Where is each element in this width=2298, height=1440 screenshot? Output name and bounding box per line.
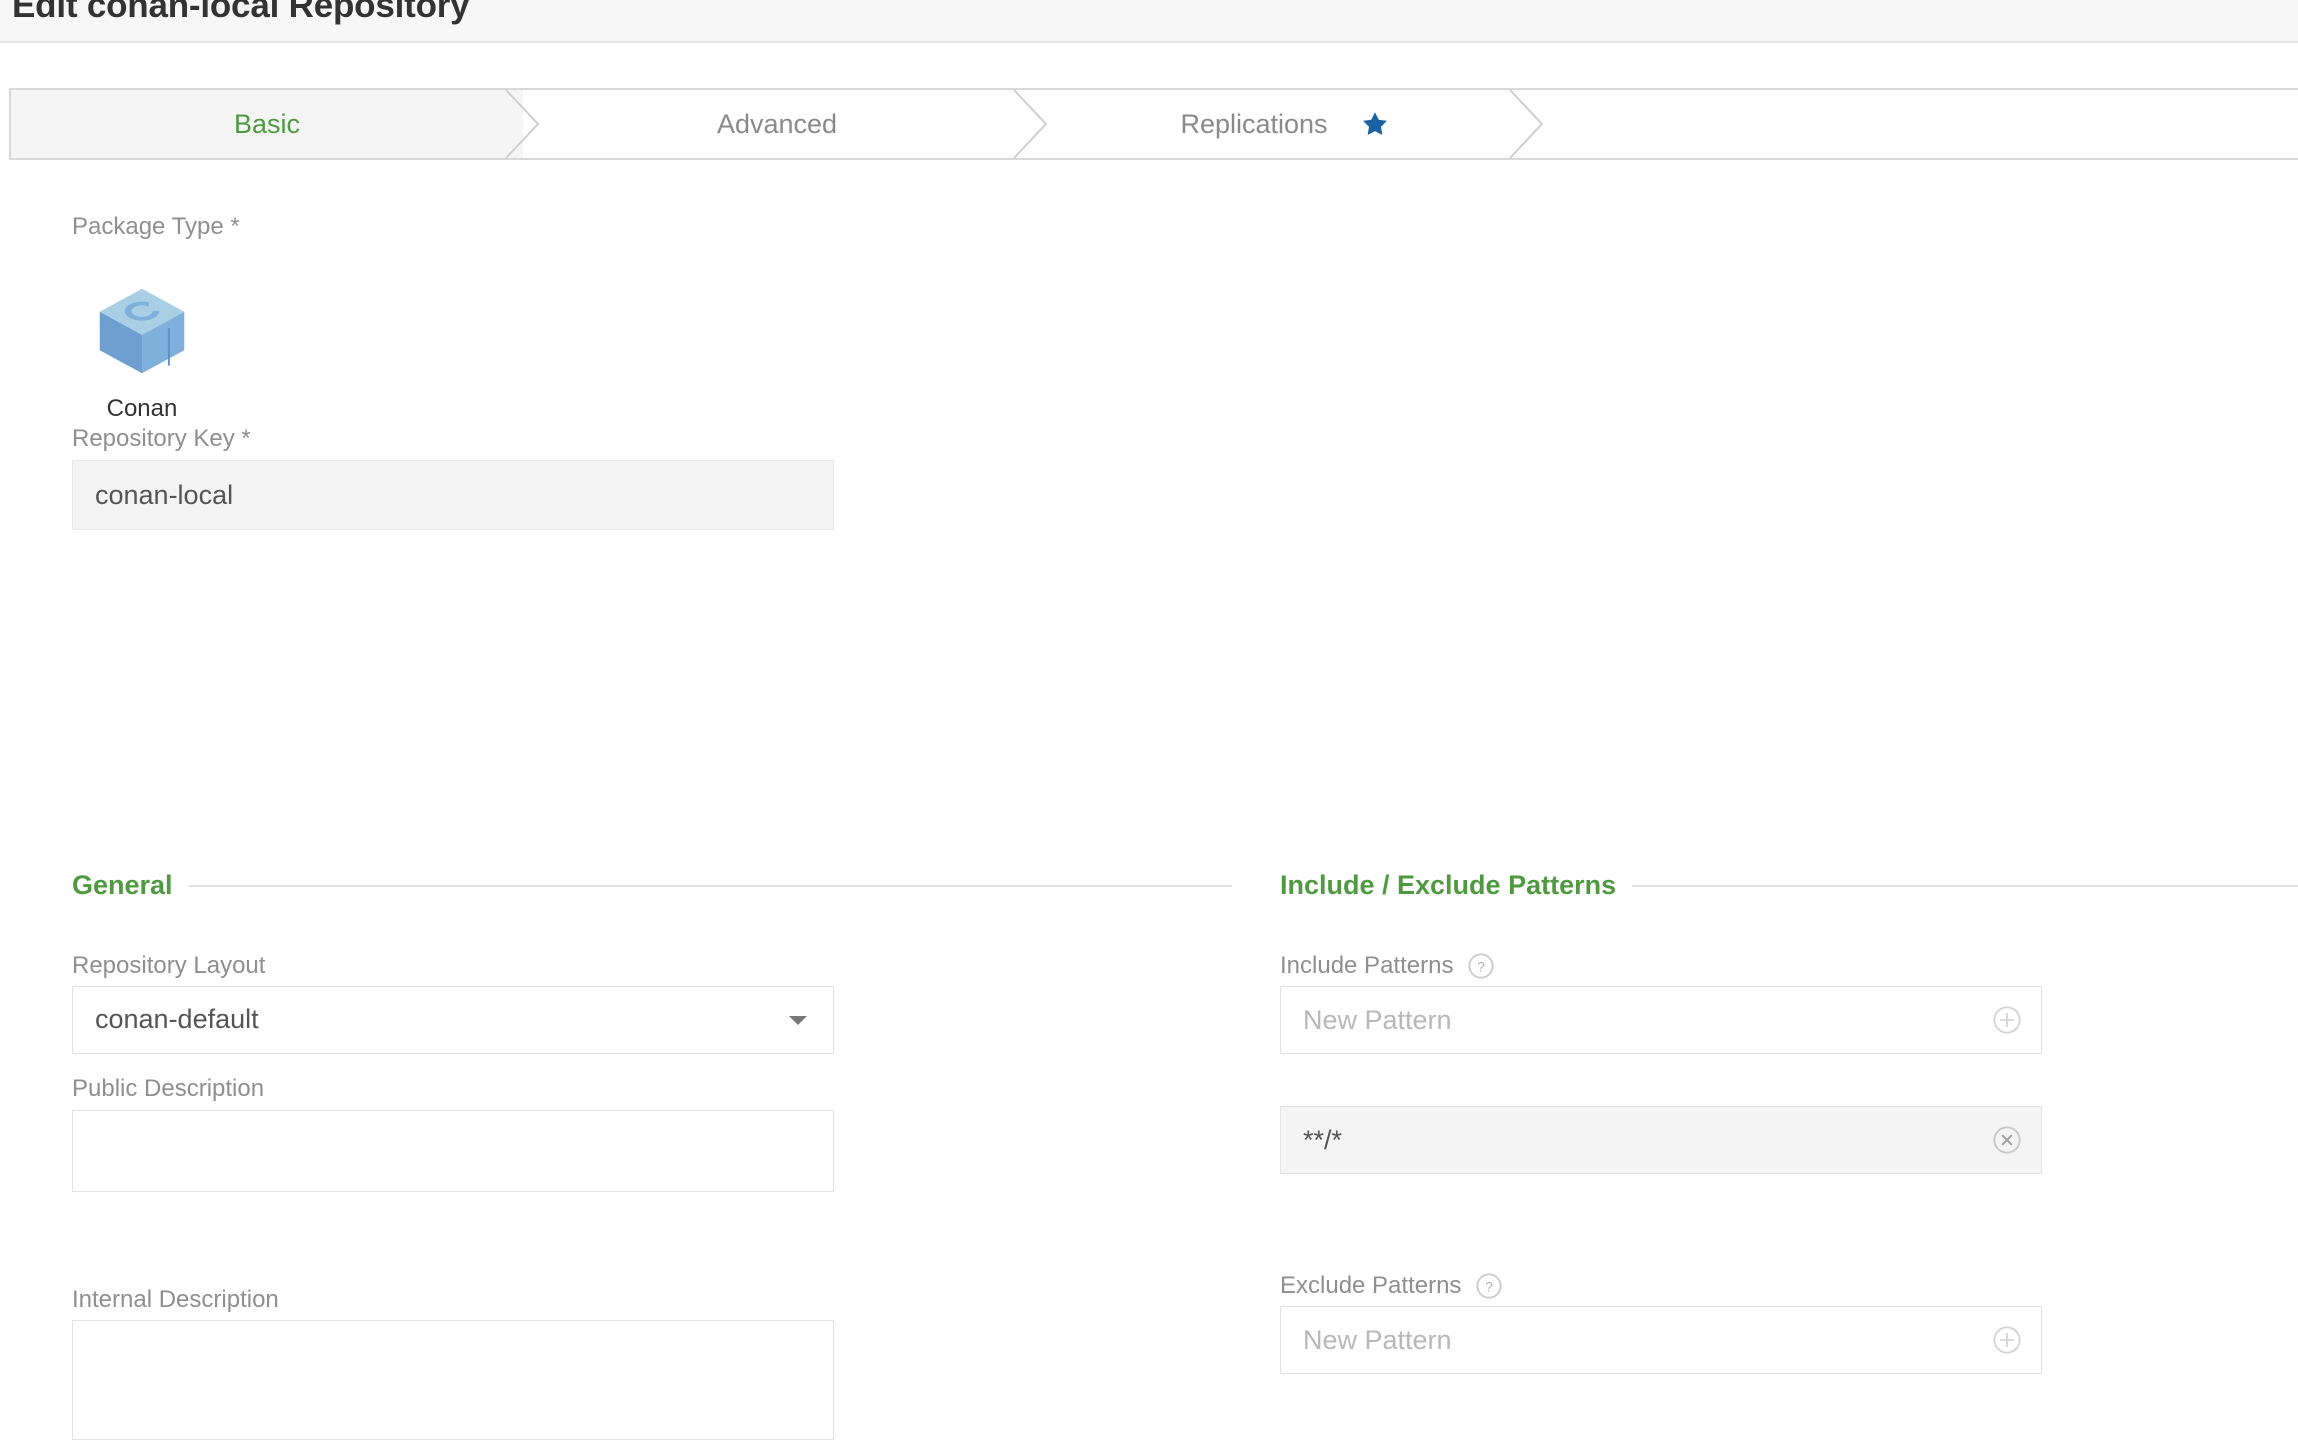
remove-circle-icon[interactable]: [1991, 1124, 2023, 1156]
form-content: Package Type * Conan Repository Key * Ge…: [0, 160, 2298, 1440]
internal-description-label: Internal Description: [72, 1286, 279, 1313]
tab-bar: Basic Advanced Replications: [9, 88, 2298, 160]
tab-advanced[interactable]: Advanced: [523, 90, 1031, 158]
public-description-label: Public Description: [72, 1075, 265, 1102]
svg-text:?: ?: [1478, 958, 1486, 974]
section-general-title: General: [72, 870, 173, 900]
tab-replications[interactable]: Replications: [1031, 90, 1539, 158]
tab-replications-label: Replications: [1180, 108, 1328, 139]
tab-basic[interactable]: Basic: [11, 90, 523, 158]
plus-circle-icon[interactable]: [1991, 1004, 2023, 1036]
exclude-patterns-label-row: Exclude Patterns ?: [1280, 1272, 1503, 1300]
help-circle-icon[interactable]: ?: [1467, 952, 1495, 980]
tab-advanced-label: Advanced: [716, 108, 838, 139]
package-type-name: Conan: [106, 395, 178, 422]
include-patterns-label-row: Include Patterns ?: [1280, 952, 1495, 980]
include-pattern-input[interactable]: [1281, 1107, 1981, 1173]
svg-text:?: ?: [1486, 1278, 1494, 1294]
repository-layout-select[interactable]: conan-default: [72, 986, 834, 1054]
include-pattern-new-input[interactable]: [1281, 987, 1981, 1053]
section-divider: [188, 884, 1232, 887]
conan-cube-icon: [99, 288, 185, 374]
repository-layout-value: conan-default: [95, 1004, 259, 1034]
chevron-down-icon: [789, 1016, 807, 1025]
package-type-tile-conan[interactable]: Conan: [72, 283, 212, 423]
help-circle-icon[interactable]: ?: [1475, 1272, 1503, 1300]
exclude-patterns-label: Exclude Patterns: [1280, 1272, 1462, 1299]
include-patterns-label: Include Patterns: [1280, 952, 1454, 979]
package-type-label: Package Type *: [72, 213, 240, 240]
include-pattern-row: [1280, 1106, 2042, 1174]
exclude-pattern-new-row: [1280, 1306, 2042, 1374]
section-include-exclude-patterns: Include / Exclude Patterns: [1280, 870, 2298, 901]
repository-key-input[interactable]: [72, 460, 834, 530]
page-title: Edit conan-local Repository: [12, 0, 470, 25]
plus-circle-icon[interactable]: [1991, 1324, 2023, 1356]
page-header: Edit conan-local Repository: [0, 0, 2298, 43]
internal-description-textarea[interactable]: [72, 1320, 834, 1440]
repository-layout-label: Repository Layout: [72, 952, 266, 979]
section-divider: [1632, 884, 2298, 887]
repository-key-label: Repository Key *: [72, 425, 251, 452]
tab-basic-label: Basic: [233, 108, 301, 139]
section-patterns-title: Include / Exclude Patterns: [1280, 870, 1617, 900]
exclude-pattern-new-input[interactable]: [1281, 1307, 1981, 1373]
star-icon[interactable]: [1360, 109, 1390, 139]
include-pattern-new-row: [1280, 986, 2042, 1054]
section-general: General: [72, 870, 1232, 901]
public-description-textarea[interactable]: [72, 1110, 834, 1192]
